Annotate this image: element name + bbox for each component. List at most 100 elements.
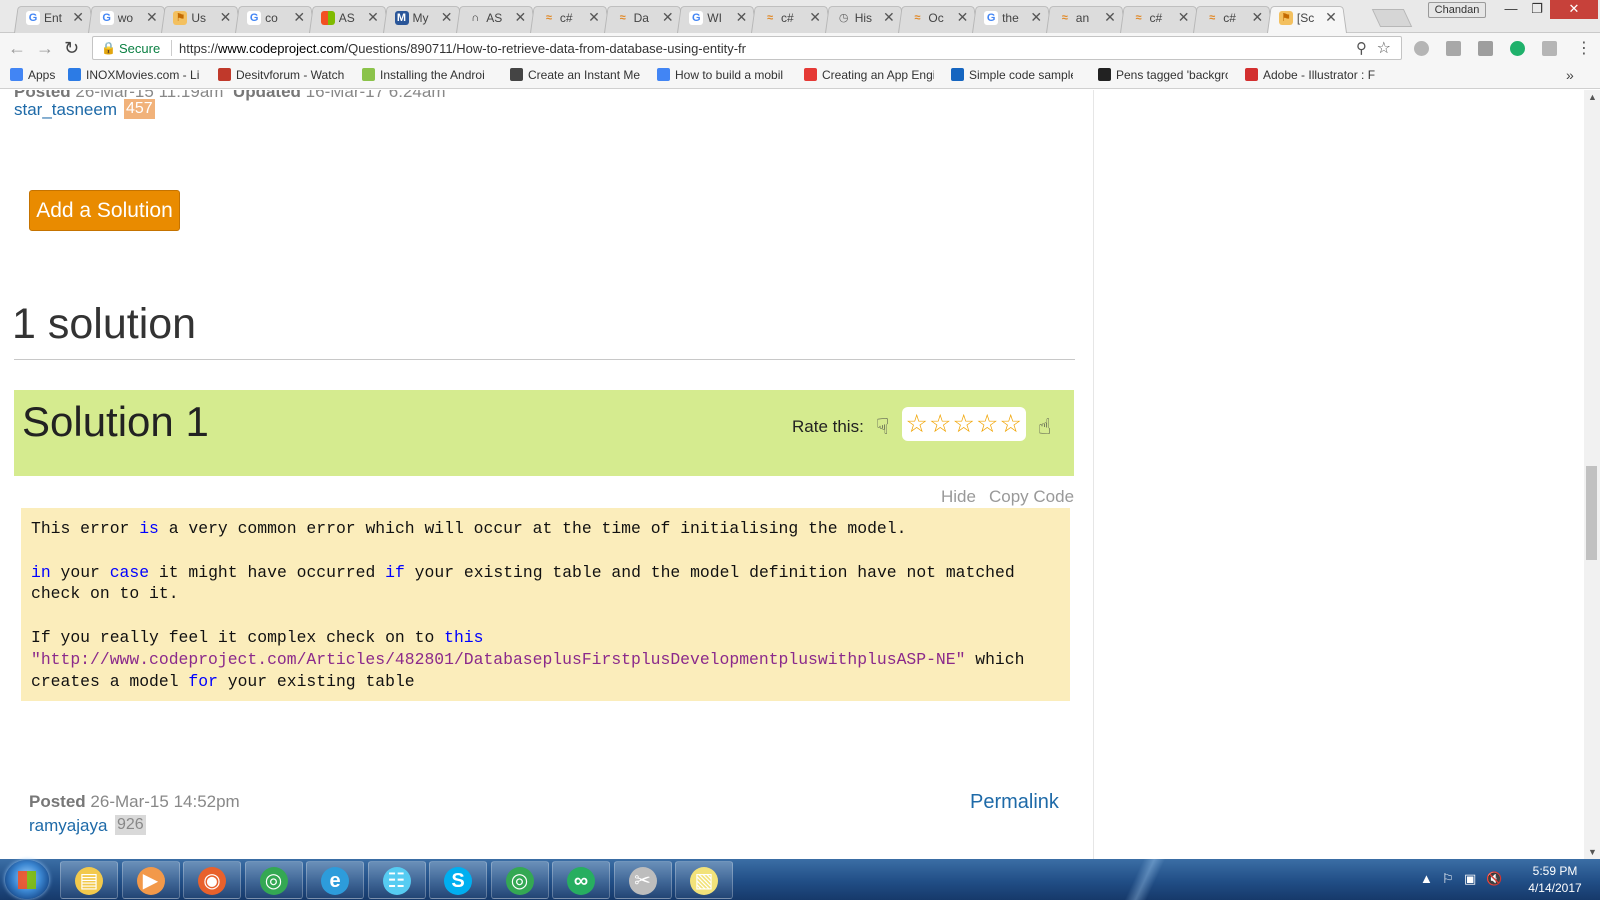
taskbar-app-button[interactable]: ☷ xyxy=(367,861,426,899)
close-tab-icon[interactable]: ✕ xyxy=(72,9,84,26)
close-tab-icon[interactable]: ✕ xyxy=(1325,9,1337,26)
volume-muted-icon[interactable]: 🔇 xyxy=(1486,871,1502,887)
close-tab-icon[interactable]: ✕ xyxy=(662,9,674,26)
taskbar-app-button[interactable]: ✂ xyxy=(613,861,672,899)
taskbar-app-button[interactable]: ▧ xyxy=(675,861,733,899)
star-rating[interactable]: ☆☆☆☆☆ xyxy=(902,407,1026,441)
minimize-icon[interactable]: — xyxy=(1498,0,1524,19)
star-4-icon[interactable]: ☆ xyxy=(976,407,1000,441)
taskbar-app-button[interactable]: ∞ xyxy=(552,861,610,899)
maximize-icon[interactable]: ❐ xyxy=(1524,0,1550,19)
star-5-icon[interactable]: ☆ xyxy=(999,407,1023,441)
bookmark-item[interactable]: Create an Instant Me xyxy=(510,68,640,84)
profile-button[interactable]: Chandan xyxy=(1428,2,1486,18)
bookmark-item[interactable]: Adobe - Illustrator : F xyxy=(1245,68,1375,84)
bookmark-item[interactable]: How to build a mobil xyxy=(657,68,783,84)
close-tab-icon[interactable]: ✕ xyxy=(293,9,305,26)
browser-tab[interactable]: M My ✕ xyxy=(382,3,463,33)
browser-tab[interactable]: ≈ Oc ✕ xyxy=(898,3,979,33)
close-tab-icon[interactable]: ✕ xyxy=(1251,9,1263,26)
browser-tab[interactable]: G WI ✕ xyxy=(677,3,758,33)
browser-tab[interactable]: ≈ c# ✕ xyxy=(529,3,610,33)
close-tab-icon[interactable]: ✕ xyxy=(146,9,158,26)
browser-tab[interactable]: ⚑ [Sc ✕ xyxy=(1266,3,1347,33)
close-tab-icon[interactable]: ✕ xyxy=(1104,9,1116,26)
address-bar[interactable]: 🔒 Secure https://www.codeproject.com/Que… xyxy=(92,36,1402,60)
clock-time[interactable]: 5:59 PM xyxy=(1520,864,1590,878)
star-1-icon[interactable]: ☆ xyxy=(905,407,929,441)
solution-author-link[interactable]: ramyajaya xyxy=(29,816,107,836)
close-tab-icon[interactable]: ✕ xyxy=(220,9,232,26)
taskbar-app-button[interactable]: e xyxy=(306,861,364,899)
thumbs-down-icon[interactable]: ☟ xyxy=(876,414,889,440)
browser-tab[interactable]: AS ✕ xyxy=(308,3,389,33)
bookmark-item[interactable]: Desitvforum - Watch xyxy=(218,68,344,84)
taskbar-app-button[interactable]: S xyxy=(429,861,487,899)
start-button[interactable] xyxy=(5,860,49,899)
taskbar-app-button[interactable]: ◎ xyxy=(490,861,549,899)
bookmark-item[interactable]: Creating an App Engi xyxy=(804,68,934,84)
hide-code-link[interactable]: Hide xyxy=(941,487,976,507)
bookmark-item[interactable]: Installing the Androi xyxy=(362,68,485,84)
vertical-scrollbar[interactable]: ▲ ▼ xyxy=(1584,90,1600,859)
browser-tab[interactable]: Gthe ✕ xyxy=(972,3,1053,33)
browser-tab[interactable]: ≈ c# ✕ xyxy=(1119,3,1200,33)
taskbar-app-button[interactable]: ◉ xyxy=(183,861,241,899)
taskbar-app-button[interactable]: ▤ xyxy=(60,861,118,899)
question-author-link[interactable]: star_tasneem xyxy=(14,100,117,120)
close-tab-icon[interactable]: ✕ xyxy=(441,9,453,26)
bookmark-item[interactable]: Pens tagged 'backgro xyxy=(1098,68,1228,84)
browser-tab[interactable]: ⚑ Us ✕ xyxy=(161,3,242,33)
bookmarks-overflow-icon[interactable]: » xyxy=(1566,67,1574,83)
close-tab-icon[interactable]: ✕ xyxy=(883,9,895,26)
close-tab-icon[interactable]: ✕ xyxy=(514,9,526,26)
browser-tab[interactable]: ≈ an ✕ xyxy=(1045,3,1126,33)
scroll-up-icon[interactable]: ▲ xyxy=(1588,92,1597,102)
bookmark-item[interactable]: Apps xyxy=(10,68,55,84)
extension-camera-icon[interactable] xyxy=(1478,41,1493,56)
extension-box-icon[interactable] xyxy=(1542,41,1557,56)
permalink-link[interactable]: Permalink xyxy=(970,791,1059,814)
forward-arrow-icon[interactable]: → xyxy=(36,38,54,59)
bookmark-star-icon[interactable]: ☆ xyxy=(1377,38,1391,58)
extension-globe-icon[interactable] xyxy=(1414,41,1429,56)
star-3-icon[interactable]: ☆ xyxy=(952,407,976,441)
url-text[interactable]: https://www.codeproject.com/Questions/89… xyxy=(179,41,746,56)
clock-date[interactable]: 4/14/2017 xyxy=(1520,881,1590,895)
back-arrow-icon[interactable]: ← xyxy=(8,38,26,59)
scrollbar-thumb[interactable] xyxy=(1586,466,1597,560)
close-tab-icon[interactable]: ✕ xyxy=(367,9,379,26)
show-hidden-icons-icon[interactable]: ▲ xyxy=(1420,871,1433,886)
taskbar-app-button[interactable]: ▶ xyxy=(121,861,180,899)
close-tab-icon[interactable]: ✕ xyxy=(588,9,600,26)
browser-tab[interactable]: ∩ AS ✕ xyxy=(456,3,537,33)
extension-g-icon[interactable] xyxy=(1446,41,1461,56)
close-window-icon[interactable]: ✕ xyxy=(1550,0,1598,19)
thumbs-up-icon[interactable]: ☝ xyxy=(1038,414,1051,440)
extension-grammarly-icon[interactable] xyxy=(1510,41,1525,56)
browser-tab[interactable]: Gwo ✕ xyxy=(87,3,168,33)
add-solution-button[interactable]: Add a Solution xyxy=(29,190,180,231)
browser-tab[interactable]: ≈ c# ✕ xyxy=(1193,3,1274,33)
browser-tab[interactable]: ≈ c# ✕ xyxy=(751,3,831,33)
bookmark-item[interactable]: INOXMovies.com - Li xyxy=(68,68,199,84)
network-status-icon[interactable]: ▣ xyxy=(1464,871,1476,887)
close-tab-icon[interactable]: ✕ xyxy=(809,9,821,26)
chrome-menu-icon[interactable]: ⋮ xyxy=(1576,38,1592,58)
bookmark-item[interactable]: Simple code sample f xyxy=(951,68,1073,84)
browser-tab[interactable]: Gco ✕ xyxy=(235,3,316,33)
taskbar-app-button[interactable]: ◎ xyxy=(244,861,303,899)
star-2-icon[interactable]: ☆ xyxy=(929,407,953,441)
copy-code-link[interactable]: Copy Code xyxy=(989,487,1074,507)
zoom-icon[interactable]: ⚲ xyxy=(1356,39,1367,57)
close-tab-icon[interactable]: ✕ xyxy=(1178,9,1190,26)
browser-tab[interactable]: ◷ His ✕ xyxy=(824,3,905,33)
scroll-down-icon[interactable]: ▼ xyxy=(1588,847,1597,857)
action-center-icon[interactable]: ⚐ xyxy=(1442,871,1454,887)
reload-icon[interactable]: ↻ xyxy=(64,38,79,59)
close-tab-icon[interactable]: ✕ xyxy=(736,9,748,26)
browser-tab[interactable]: G Ent ✕ xyxy=(14,3,94,33)
close-tab-icon[interactable]: ✕ xyxy=(957,9,969,26)
browser-tab[interactable]: ≈ Da ✕ xyxy=(603,3,684,33)
close-tab-icon[interactable]: ✕ xyxy=(1030,9,1042,26)
